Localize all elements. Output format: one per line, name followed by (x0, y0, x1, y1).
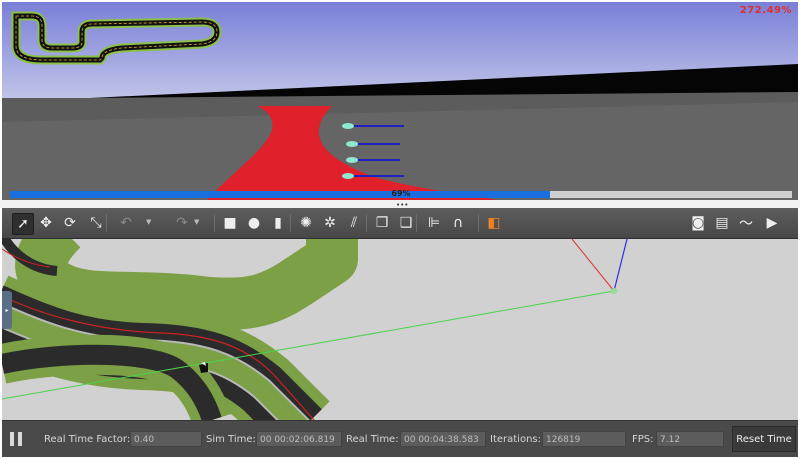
video-record-icon[interactable]: ▶ (762, 213, 782, 233)
toolbar-separator (214, 214, 215, 232)
real-time-factor-label: Real Time Factor: (44, 434, 131, 445)
translate-mode-icon[interactable]: ✥ (36, 213, 56, 233)
rotate-mode-icon[interactable]: ⟳ (60, 213, 80, 233)
undo-icon[interactable]: ↶ (116, 213, 136, 233)
log-icon[interactable]: ▤ (712, 213, 732, 233)
screenshot-icon[interactable]: ◙ (688, 213, 708, 233)
select-mode-icon[interactable]: ➚ (12, 213, 34, 235)
gazebo-toolbar: ➚ ✥ ⟳ ⤡ ↶ ↷ ■ ● ▮ ✺ ✲ ⫽ ❐ ❑ ⊫ ∩ ◧ ◙ ▤ 〜 ▶ ▼ ▼ (2, 208, 798, 239)
pane-splitter[interactable]: ••• (0, 200, 800, 209)
pause-button[interactable] (10, 432, 24, 446)
iterations-label: Iterations: (490, 434, 541, 445)
gazebo-window: ➚ ✥ ⟳ ⤡ ↶ ↷ ■ ● ▮ ✺ ✲ ⫽ ❐ ❑ ⊫ ∩ ◧ ◙ ▤ 〜 ▶ ▼ ▼ (2, 208, 798, 457)
directional-light-icon[interactable]: ⫽ (344, 213, 364, 233)
box-shape-icon[interactable]: ■ (220, 213, 240, 233)
align-icon[interactable]: ⊫ (424, 213, 444, 233)
3d-scene-viewport[interactable]: ▸ (2, 239, 798, 420)
plot-icon[interactable]: 〜 (736, 213, 756, 233)
fps-value: 7.12 (656, 431, 724, 447)
time-panel: Real Time Factor: 0.40 Sim Time: 00 00:0… (2, 420, 798, 457)
camera-view: 272.49% 69% (2, 2, 798, 200)
dropdown-arrow-icon[interactable]: ▼ (146, 218, 151, 226)
toolbar-separator (478, 214, 479, 232)
reset-time-button[interactable]: Reset Time (732, 426, 796, 452)
real-time-value: 00 00:04:38.583 (400, 431, 486, 447)
dropdown-arrow-icon[interactable]: ▼ (194, 218, 199, 226)
expand-panel-tab[interactable]: ▸ (2, 291, 12, 329)
real-time-factor-value: 0.40 (130, 431, 202, 447)
camera-scene (2, 2, 798, 200)
toolbar-separator (366, 214, 367, 232)
spot-light-icon[interactable]: ✲ (320, 213, 340, 233)
toolbar-separator (106, 214, 107, 232)
real-time-label: Real Time: (346, 434, 399, 445)
scale-mode-icon[interactable]: ⤡ (86, 213, 106, 233)
scene-render (2, 239, 798, 420)
pause-icon (10, 432, 14, 446)
toolbar-separator (290, 214, 291, 232)
sphere-shape-icon[interactable]: ● (244, 213, 264, 233)
sim-time-label: Sim Time: (206, 434, 256, 445)
application-window: 272.49% 69% ••• ➚ ✥ ⟳ ⤡ ↶ ↷ ■ ● ▮ ✺ ✲ ⫽ ❐ ❑ ⊫ ∩ ◧ ◙ ▤ 〜 ▶ ▼ ▼ (0, 0, 800, 459)
lap-progress-label: 69% (391, 189, 411, 198)
toolbar-separator (416, 214, 417, 232)
paste-icon[interactable]: ❑ (396, 213, 416, 233)
iterations-value: 126819 (542, 431, 626, 447)
fps-label: FPS: (632, 434, 654, 445)
snap-icon[interactable]: ∩ (448, 213, 468, 233)
lap-time-readout: 272.49% (739, 5, 792, 16)
redo-icon[interactable]: ↷ (172, 213, 192, 233)
lap-progress-bar: 69% (10, 189, 792, 198)
point-light-icon[interactable]: ✺ (296, 213, 316, 233)
sim-time-value: 00 00:02:06.819 (256, 431, 342, 447)
copy-icon[interactable]: ❐ (372, 213, 392, 233)
cylinder-shape-icon[interactable]: ▮ (268, 213, 288, 233)
view-angle-icon[interactable]: ◧ (484, 213, 504, 233)
